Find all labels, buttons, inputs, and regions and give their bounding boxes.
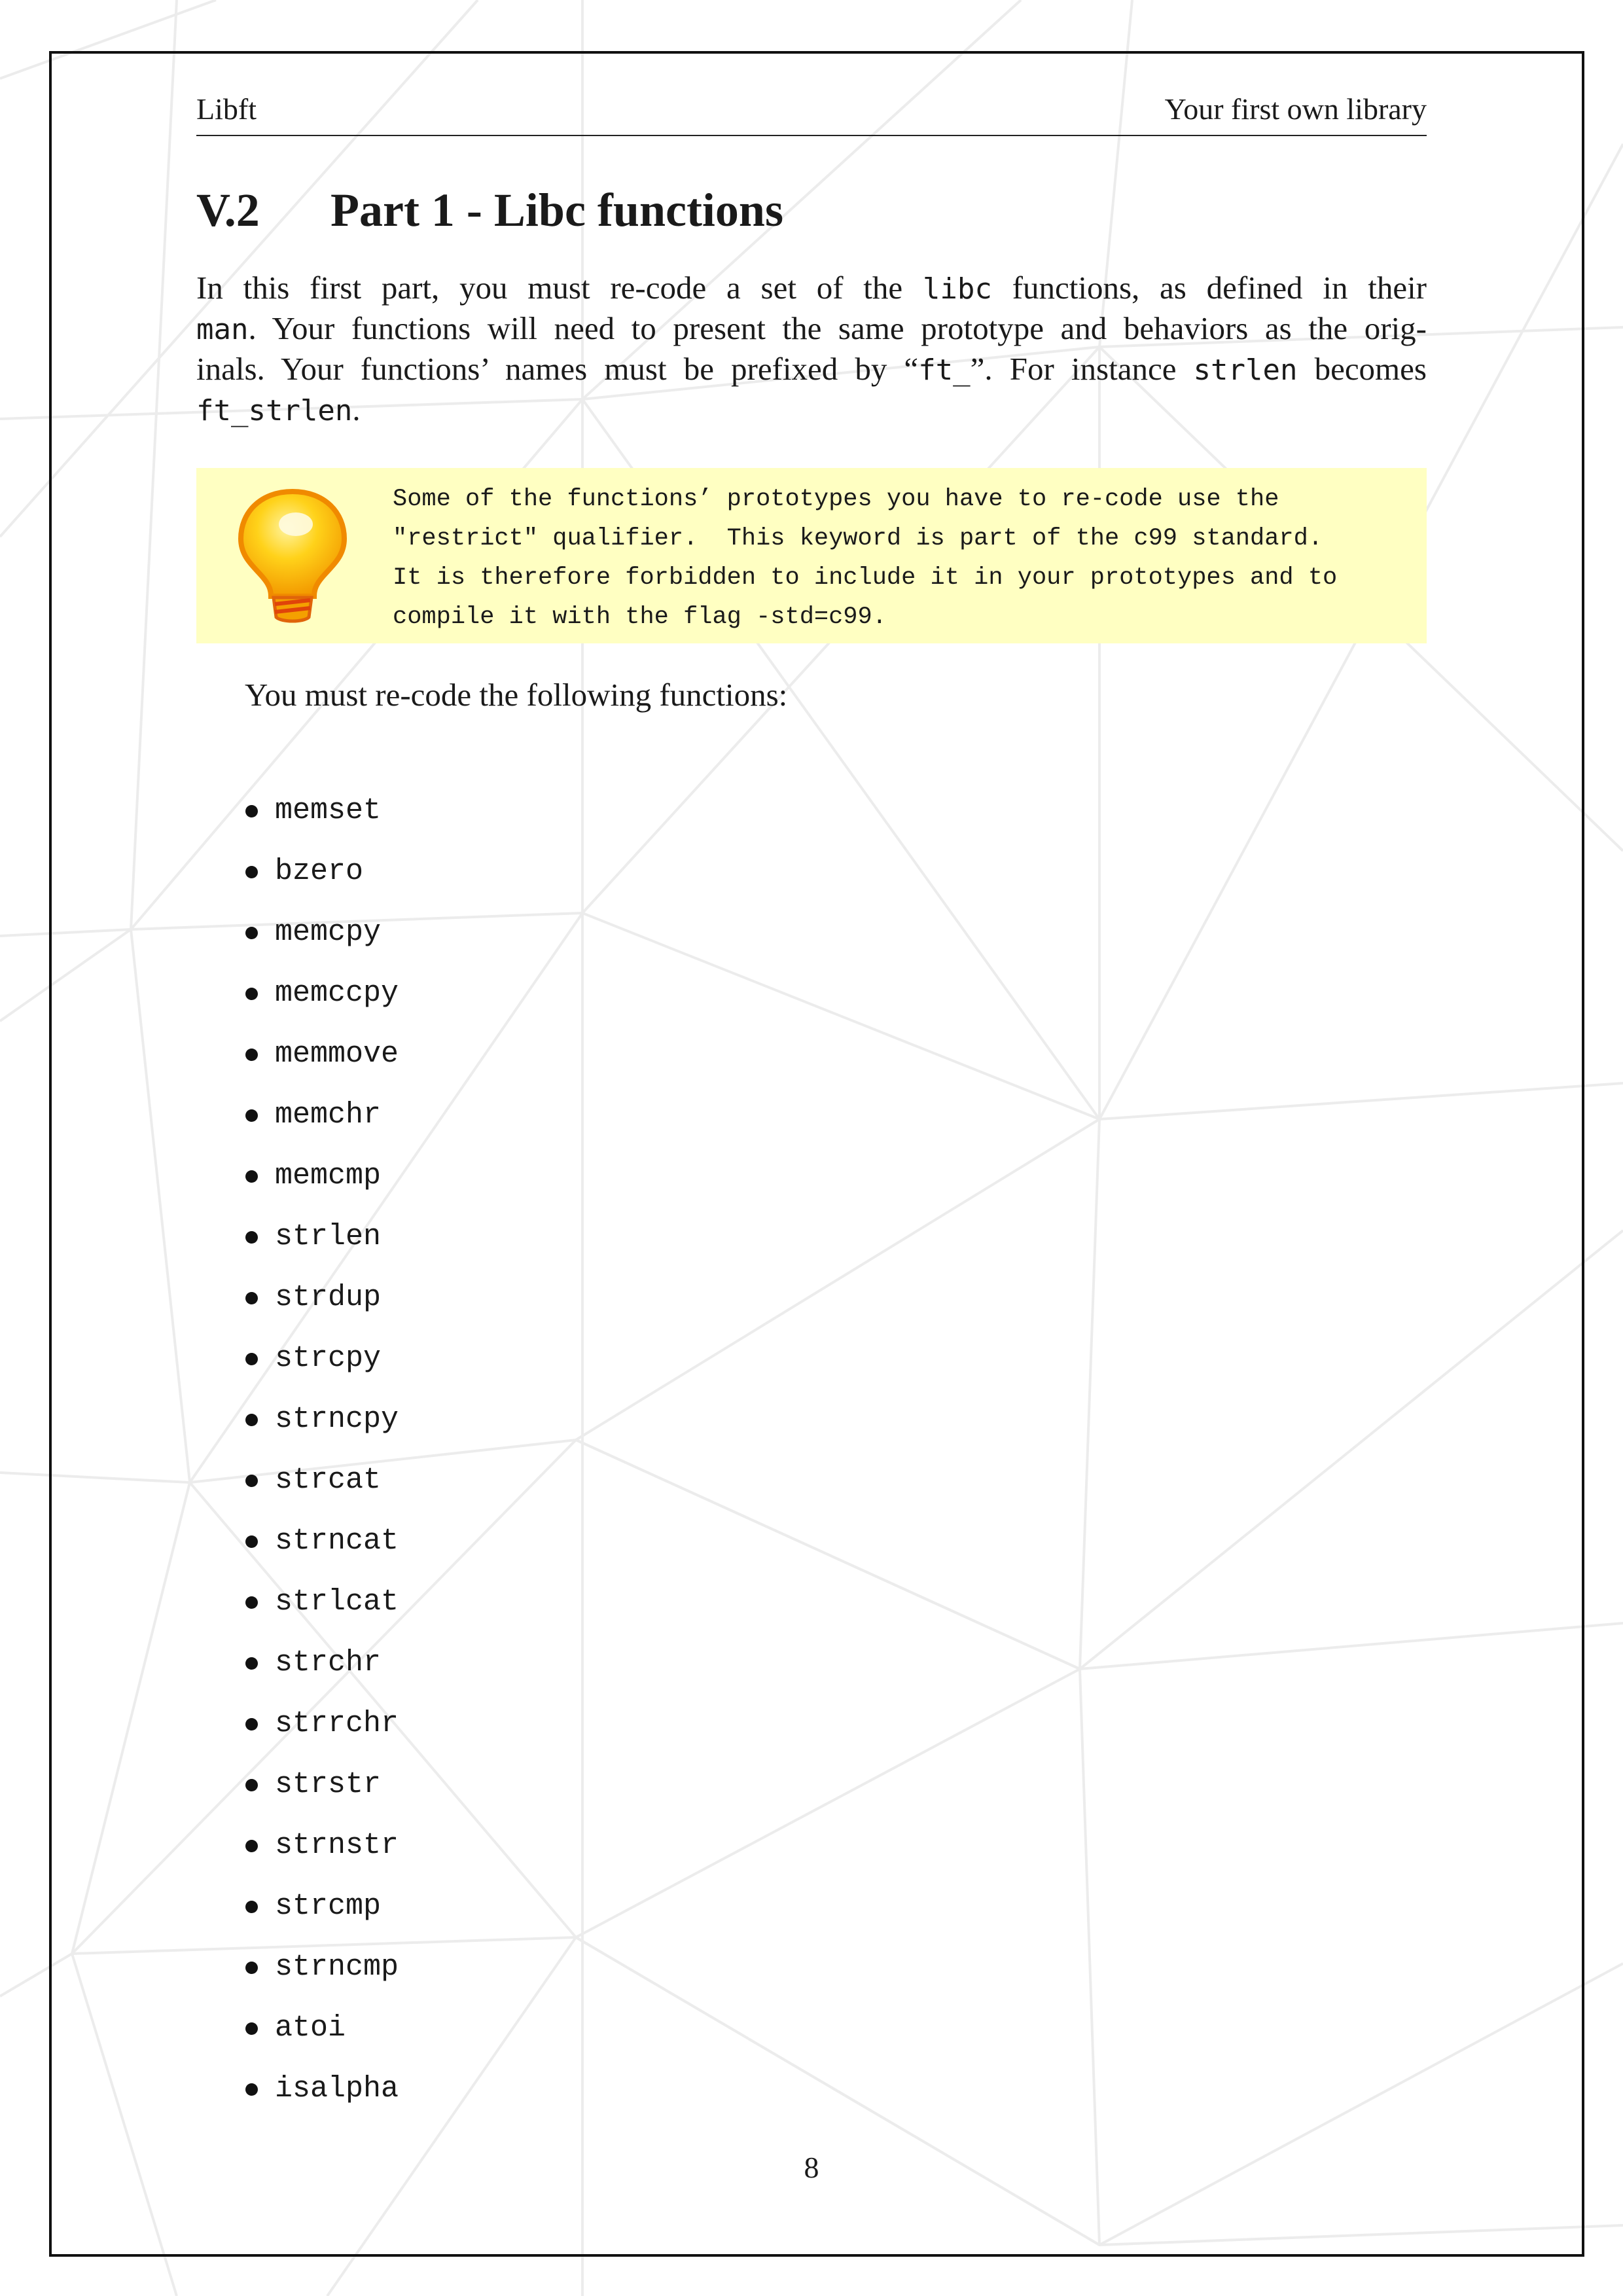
list-item: memmove	[243, 1035, 399, 1096]
function-name: isalpha	[275, 2072, 399, 2106]
function-name: strcat	[275, 1463, 382, 1497]
list-item: strcmp	[243, 1887, 399, 1948]
list-item: memcmp	[243, 1157, 399, 1217]
list-item: strncat	[243, 1522, 399, 1583]
bullet-icon	[245, 1596, 258, 1609]
list-item: memchr	[243, 1096, 399, 1157]
intro-line-1: In this first part, you must re-code a s…	[196, 268, 1427, 309]
intro-line-3: inals. Your functions’ names must be pre…	[196, 350, 1427, 390]
function-name: memchr	[275, 1098, 382, 1132]
bullet-icon	[245, 1231, 258, 1244]
section-number: V.2	[196, 184, 260, 236]
tip-line: Some of the functions’ prototypes you ha…	[393, 486, 1279, 513]
list-intro: You must re-code the following functions…	[245, 677, 788, 713]
function-name: atoi	[275, 2011, 346, 2045]
code-libc: libc	[922, 272, 992, 306]
bullet-icon	[245, 1840, 258, 1852]
bullet-icon	[245, 1353, 258, 1365]
page-number: 8	[804, 2151, 819, 2184]
bullet-icon	[245, 988, 258, 1000]
list-item: strncmp	[243, 1948, 399, 2009]
bullet-icon	[245, 866, 258, 878]
function-name: strlen	[275, 1220, 382, 1253]
bullet-icon	[245, 1962, 258, 1974]
bullet-icon	[245, 2022, 258, 2035]
list-item: strncpy	[243, 1400, 399, 1461]
function-name: memmove	[275, 1037, 399, 1071]
bullet-icon	[245, 1901, 258, 1913]
function-name: strncmp	[275, 1950, 399, 1984]
tip-line: compile it with the flag -std=c99.	[393, 603, 887, 631]
intro-text: inals. Your functions’ names must be pre…	[196, 351, 919, 387]
intro-text: ”. For instance	[970, 351, 1194, 387]
list-item: strstr	[243, 1765, 399, 1826]
function-name: strcpy	[275, 1342, 382, 1375]
function-name: strncpy	[275, 1403, 399, 1436]
bullet-icon	[245, 1414, 258, 1426]
intro-text: functions, as defined in their	[991, 270, 1427, 306]
intro-paragraph: In this first part, you must re-code a s…	[196, 268, 1427, 431]
list-item: strlen	[243, 1217, 399, 1278]
tip-text: Some of the functions’ prototypes you ha…	[393, 480, 1414, 637]
function-name: memcmp	[275, 1159, 382, 1193]
intro-text: .	[352, 391, 361, 427]
bullet-icon	[245, 805, 258, 817]
function-name: memset	[275, 794, 382, 827]
section-heading: Part 1 - Libc functions	[330, 184, 783, 236]
code-strlen: strlen	[1193, 353, 1298, 387]
bullet-icon	[245, 2083, 258, 2096]
code-ft-prefix: ft_	[918, 353, 971, 387]
list-item: memcpy	[243, 913, 399, 974]
function-name: strstr	[275, 1768, 382, 1801]
tip-box: Some of the functions’ prototypes you ha…	[196, 468, 1427, 643]
page-header: Libft Your first own library	[196, 92, 1427, 136]
code-man: man	[196, 313, 249, 346]
bullet-icon	[245, 1109, 258, 1122]
bullet-icon	[245, 927, 258, 939]
function-name: strrchr	[275, 1707, 399, 1740]
list-item: memccpy	[243, 974, 399, 1035]
intro-line-2: man. Your functions will need to present…	[196, 309, 1427, 350]
intro-text: In this first part, you must re-code a s…	[196, 270, 923, 306]
list-item: memset	[243, 791, 399, 852]
list-item: isalpha	[243, 2070, 399, 2130]
header-left: Libft	[196, 92, 257, 126]
tip-line: It is therefore forbidden to include it …	[393, 564, 1338, 592]
bullet-icon	[245, 1475, 258, 1487]
list-item: strrchr	[243, 1704, 399, 1765]
list-item: strchr	[243, 1643, 399, 1704]
function-name: strnstr	[275, 1829, 399, 1862]
function-name: strlcat	[275, 1585, 399, 1619]
intro-line-4: ft_strlen.	[196, 390, 1427, 431]
bullet-icon	[245, 1718, 258, 1731]
function-name: strcmp	[275, 1890, 382, 1923]
function-name: bzero	[275, 855, 364, 888]
tip-line: "restrict" qualifier. This keyword is pa…	[393, 525, 1323, 552]
list-item: strcat	[243, 1461, 399, 1522]
intro-text: . Your functions will need to present th…	[248, 310, 1427, 346]
intro-text: becomes	[1297, 351, 1427, 387]
bullet-icon	[245, 1657, 258, 1670]
list-item: bzero	[243, 852, 399, 913]
list-item: strcpy	[243, 1339, 399, 1400]
header-right: Your first own library	[1164, 92, 1427, 126]
list-item: strlcat	[243, 1583, 399, 1643]
bullet-icon	[245, 1170, 258, 1183]
function-name: strncat	[275, 1524, 399, 1558]
list-item: strdup	[243, 1278, 399, 1339]
function-name: memcpy	[275, 916, 382, 949]
list-item: strnstr	[243, 1826, 399, 1887]
function-list: memset bzero memcpy memccpy memmove memc…	[243, 791, 399, 2130]
function-name: strdup	[275, 1281, 382, 1314]
list-item: atoi	[243, 2009, 399, 2070]
bullet-icon	[245, 1779, 258, 1791]
code-ft-strlen: ft_strlen	[196, 394, 353, 427]
bullet-icon	[245, 1049, 258, 1061]
lightbulb-icon	[238, 488, 348, 623]
function-name: memccpy	[275, 977, 399, 1010]
function-name: strchr	[275, 1646, 382, 1679]
bullet-icon	[245, 1535, 258, 1548]
bullet-icon	[245, 1292, 258, 1304]
section-title: V.2 Part 1 - Libc functions	[196, 183, 783, 238]
